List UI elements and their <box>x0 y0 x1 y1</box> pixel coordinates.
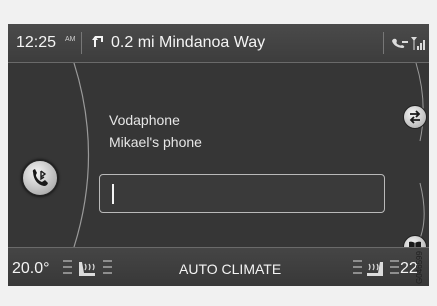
status-divider <box>383 32 384 54</box>
phone-main-panel: Vodaphone Mikael's phone <box>8 63 429 259</box>
left-arc-decoration <box>73 63 425 247</box>
left-temperature[interactable]: 20.0° <box>12 260 50 278</box>
status-divider <box>81 32 82 54</box>
heated-seat-left-icon[interactable] <box>63 256 113 280</box>
infotainment-screen: 12:25 AM 0.2 mi Mindanoa Way Vodaphone M… <box>8 24 429 286</box>
dial-number-field[interactable] <box>99 174 385 213</box>
climate-bar: 20.0° AUTO CLIMATE 22 <box>8 247 429 286</box>
turn-left-arrow-icon <box>92 36 103 47</box>
phone-bluetooth-button[interactable] <box>22 160 58 196</box>
auto-climate-label[interactable]: AUTO CLIMATE <box>179 261 281 277</box>
bluetooth-phone-icon <box>32 169 48 186</box>
network-operator: Vodaphone <box>109 112 180 128</box>
figure-id-text: G046599 <box>414 251 424 284</box>
swap-call-button[interactable] <box>403 105 427 129</box>
phone-connected-icon <box>392 38 408 48</box>
text-cursor <box>112 184 114 204</box>
heated-seat-right-icon[interactable] <box>353 256 399 280</box>
signal-strength-icon <box>411 37 425 50</box>
navigation-instruction[interactable]: 0.2 mi Mindanoa Way <box>111 34 265 52</box>
figure-reference: G046599 <box>414 250 432 290</box>
clock-time: 12:25 <box>16 34 57 51</box>
status-bar: 12:25 AM 0.2 mi Mindanoa Way <box>8 24 429 63</box>
connected-device: Mikael's phone <box>109 134 202 150</box>
swap-arrows-icon <box>409 110 421 124</box>
clock-am-pm: AM <box>65 36 76 43</box>
